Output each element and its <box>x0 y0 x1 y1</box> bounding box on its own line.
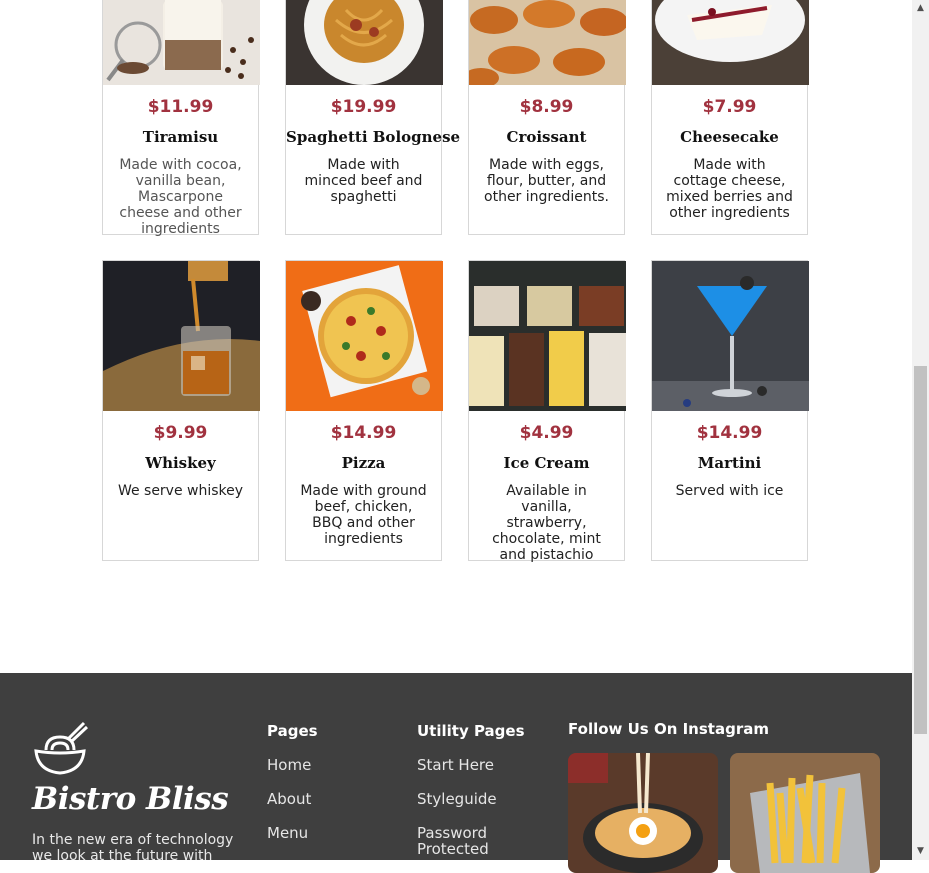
item-name: Cheesecake <box>680 128 779 146</box>
menu-card-tiramisu[interactable]: $11.99 Tiramisu Made with cocoa, vanilla… <box>102 0 260 237</box>
item-description: Made with cocoa, vanilla bean, Mascarpon… <box>119 157 242 237</box>
item-description: Served with ice <box>675 483 784 499</box>
scroll-down-arrow-icon[interactable]: ▼ <box>912 843 929 860</box>
menu-card-martini[interactable]: $14.99 Martini Served with ice <box>651 260 809 561</box>
brand-name[interactable]: Bistro Bliss <box>32 781 229 817</box>
item-name: Spaghetti Bolognese <box>286 128 461 146</box>
item-name: Croissant <box>506 128 587 146</box>
vertical-scrollbar[interactable]: ▲ ▼ <box>912 0 929 860</box>
item-price: $9.99 <box>153 423 208 443</box>
croissant-image <box>469 0 626 85</box>
noodle-bowl-icon <box>32 721 89 781</box>
item-description: Made with ground beef, chicken, BBQ and … <box>300 483 427 547</box>
item-price: $8.99 <box>519 97 574 117</box>
martini-image <box>652 261 809 411</box>
footer-link-home[interactable]: Home <box>267 757 311 773</box>
menu-card-spaghetti[interactable]: $19.99 Spaghetti Bolognese Made with min… <box>285 0 461 235</box>
item-description: Made with eggs, flour, butter, and other… <box>484 157 609 205</box>
item-name: Martini <box>697 454 762 472</box>
item-description: Made with cottage cheese, mixed berries … <box>666 157 793 221</box>
pages-title: Pages <box>267 722 318 740</box>
footer-link-styleguide[interactable]: Styleguide <box>417 791 497 807</box>
menu-card-pizza[interactable]: $14.99 Pizza Made with ground beef, chic… <box>285 260 443 561</box>
footer-link-password-protected[interactable]: Password Protected <box>417 825 507 857</box>
scroll-up-arrow-icon[interactable]: ▲ <box>912 0 929 17</box>
item-price: $11.99 <box>147 97 214 117</box>
item-name: Ice Cream <box>503 454 590 472</box>
footer-link-about[interactable]: About <box>267 791 311 807</box>
spaghetti-image <box>286 0 443 85</box>
item-price: $7.99 <box>702 97 757 117</box>
menu-card-croissant[interactable]: $8.99 Croissant Made with eggs, flour, b… <box>468 0 626 235</box>
item-price: $19.99 <box>330 97 397 117</box>
item-description: Made with minced beef and spaghetti <box>304 157 423 205</box>
instagram-photo-1[interactable] <box>568 753 718 873</box>
item-price: $14.99 <box>696 423 763 443</box>
footer-link-menu[interactable]: Menu <box>267 825 308 841</box>
item-description: We serve whiskey <box>117 483 244 499</box>
menu-card-whiskey[interactable]: $9.99 Whiskey We serve whiskey <box>102 260 260 561</box>
cheesecake-image <box>652 0 809 85</box>
pizza-image <box>286 261 443 411</box>
footer-tagline: In the new era of technology we look at … <box>32 832 234 864</box>
item-name: Whiskey <box>145 454 216 472</box>
ice-cream-image <box>469 261 626 411</box>
item-name: Tiramisu <box>142 128 219 146</box>
footer-link-start-here[interactable]: Start Here <box>417 757 494 773</box>
item-price: $14.99 <box>330 423 397 443</box>
item-name: Pizza <box>341 454 386 472</box>
instagram-photo-2[interactable] <box>730 753 880 873</box>
site-footer: Bistro Bliss In the new era of technolog… <box>0 673 912 873</box>
item-price: $4.99 <box>519 423 574 443</box>
tiramisu-image <box>103 0 260 85</box>
instagram-title: Follow Us On Instagram <box>568 720 769 738</box>
menu-card-ice-cream[interactable]: $4.99 Ice Cream Available in vanilla, st… <box>468 260 626 563</box>
item-description: Available in vanilla, strawberry, chocol… <box>492 483 601 563</box>
scrollbar-thumb[interactable] <box>914 366 927 734</box>
whiskey-image <box>103 261 260 411</box>
menu-card-cheesecake[interactable]: $7.99 Cheesecake Made with cottage chees… <box>651 0 809 235</box>
utility-pages-title: Utility Pages <box>417 722 525 740</box>
